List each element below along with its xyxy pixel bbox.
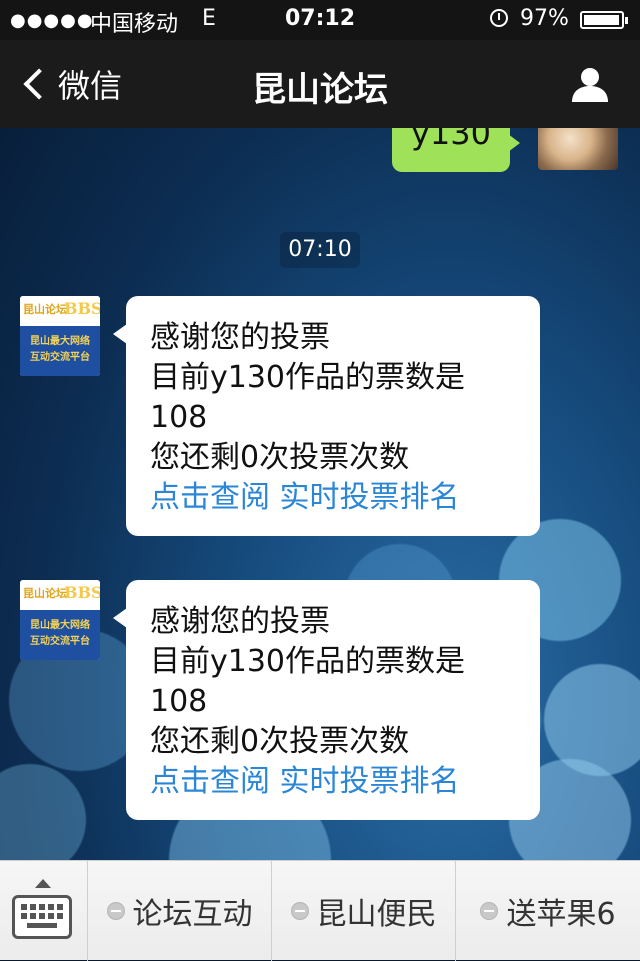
keyboard-toggle-button[interactable] bbox=[0, 861, 88, 961]
bot-avatar-line: 昆山最大网络 bbox=[30, 336, 90, 347]
menu-dot-icon bbox=[290, 902, 309, 920]
alarm-icon bbox=[490, 9, 508, 27]
message-line: 感谢您的投票 bbox=[150, 604, 330, 639]
bot-avatar-line: 互动交流平台 bbox=[30, 352, 90, 363]
menu-item-label: 送苹果6 bbox=[506, 897, 616, 932]
bot-avatar[interactable]: 昆山论坛 BBS 昆山最大网络 互动交流平台 bbox=[20, 580, 100, 660]
ranking-link[interactable]: 实时投票排名 bbox=[280, 480, 460, 515]
bot-avatar-header: 昆山论坛 BBS bbox=[20, 296, 100, 326]
battery-level-fill bbox=[584, 15, 619, 25]
menu-apple-giveaway[interactable]: 送苹果6 bbox=[456, 861, 640, 961]
message-line: 108 bbox=[150, 684, 208, 719]
sent-message-row: y130 bbox=[0, 128, 640, 172]
chat-area[interactable]: y130 07:10 昆山论坛 BBS 昆山最大网络 互动交流平台 感谢您的投票… bbox=[0, 128, 640, 860]
message-line: 您还剩0次投票次数 bbox=[150, 724, 410, 759]
bot-avatar-line: 互动交流平台 bbox=[30, 636, 90, 647]
bot-avatar-line: 昆山最大网络 bbox=[30, 620, 90, 631]
received-message-bubble[interactable]: 感谢您的投票 目前y130作品的票数是 108 您还剩0次投票次数 点击查阅 实… bbox=[113, 580, 540, 820]
ranking-link[interactable]: 实时投票排名 bbox=[280, 764, 460, 799]
menu-dot-icon bbox=[480, 902, 499, 920]
menu-item-label: 昆山便民 bbox=[316, 897, 437, 932]
received-message-row: 昆山论坛 BBS 昆山最大网络 互动交流平台 感谢您的投票 目前y130作品的票… bbox=[0, 580, 640, 824]
message-links: 点击查阅 实时投票排名 bbox=[150, 478, 520, 518]
bot-avatar-brand: 昆山论坛 bbox=[23, 303, 67, 316]
bot-avatar-banner: 昆山最大网络 互动交流平台 bbox=[20, 610, 100, 660]
bot-avatar-bbs: BBS bbox=[64, 583, 100, 602]
menu-forum-interaction[interactable]: 论坛互动 bbox=[88, 861, 272, 961]
bot-avatar-header: 昆山论坛 BBS bbox=[20, 580, 100, 610]
bot-avatar-banner: 昆山最大网络 互动交流平台 bbox=[20, 326, 100, 376]
message-line: 目前y130作品的票数是 bbox=[150, 360, 466, 395]
menu-dot-icon bbox=[106, 902, 125, 920]
keyboard-icon bbox=[12, 895, 72, 939]
view-link[interactable]: 点击查阅 bbox=[150, 764, 270, 799]
menu-item-label: 论坛互动 bbox=[132, 897, 253, 932]
battery-percent: 97% bbox=[520, 6, 569, 31]
profile-icon[interactable] bbox=[570, 64, 610, 104]
page-title: 昆山论坛 bbox=[252, 70, 388, 110]
nav-bar: 微信 昆山论坛 bbox=[0, 40, 640, 128]
sent-message-bubble[interactable]: y130 bbox=[392, 128, 520, 172]
message-timestamp: 07:10 bbox=[280, 232, 360, 268]
bot-avatar[interactable]: 昆山论坛 BBS 昆山最大网络 互动交流平台 bbox=[20, 296, 100, 376]
bot-avatar-bbs: BBS bbox=[64, 299, 100, 318]
battery-icon bbox=[580, 11, 628, 29]
received-message-row: 昆山论坛 BBS 昆山最大网络 互动交流平台 感谢您的投票 目前y130作品的票… bbox=[0, 296, 640, 540]
message-line: 108 bbox=[150, 400, 208, 435]
message-links: 点击查阅 实时投票排名 bbox=[150, 762, 520, 802]
view-link[interactable]: 点击查阅 bbox=[150, 480, 270, 515]
status-bar: ●●●●● 中国移动 E 07:12 97% bbox=[0, 0, 640, 40]
bottom-menu-bar: 论坛互动 昆山便民 送苹果6 bbox=[0, 860, 640, 961]
menu-kunshan-services[interactable]: 昆山便民 bbox=[272, 861, 456, 961]
message-line: 目前y130作品的票数是 bbox=[150, 644, 466, 679]
received-message-bubble[interactable]: 感谢您的投票 目前y130作品的票数是 108 您还剩0次投票次数 点击查阅 实… bbox=[113, 296, 540, 536]
my-avatar[interactable] bbox=[538, 128, 618, 170]
chevron-up-icon bbox=[35, 879, 51, 888]
message-line: 您还剩0次投票次数 bbox=[150, 440, 410, 475]
bot-avatar-brand: 昆山论坛 bbox=[23, 587, 67, 600]
message-line: 感谢您的投票 bbox=[150, 320, 330, 355]
